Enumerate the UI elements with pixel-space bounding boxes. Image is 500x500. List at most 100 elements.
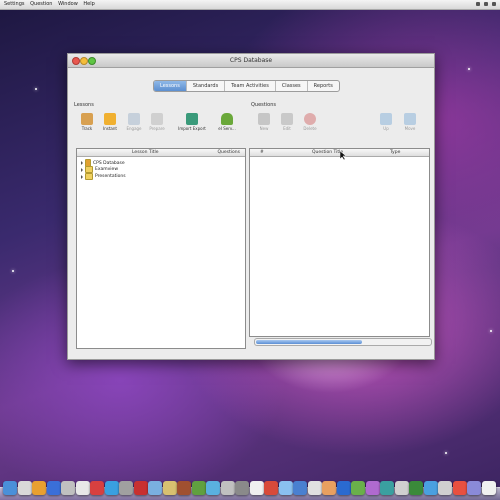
tree-item-label: CPS Database [93, 160, 125, 166]
delete-question-button[interactable]: Delete [299, 113, 321, 131]
track-button[interactable]: Track [76, 113, 98, 131]
star [468, 68, 470, 70]
dock-app-icon[interactable] [409, 481, 423, 495]
ei-serv-label: eI Serv... [218, 126, 236, 131]
dock-app-icon[interactable] [322, 481, 336, 495]
dock-app-icon[interactable] [17, 481, 32, 495]
new-question-button[interactable]: New [253, 113, 275, 131]
dock-app-icon[interactable] [307, 481, 322, 495]
dock [0, 466, 500, 500]
dock-app-icon[interactable] [220, 481, 235, 495]
dock-app-icon[interactable] [293, 481, 307, 495]
import-export-icon [186, 113, 198, 125]
dock-app-icon[interactable] [365, 481, 380, 495]
edit-question-button[interactable]: Edit [276, 113, 298, 131]
dock-app-icon[interactable] [278, 481, 293, 495]
dock-app-icon[interactable] [394, 481, 409, 495]
column-lesson-title[interactable]: Lesson Title [132, 149, 159, 156]
instant-button[interactable]: Instant [99, 113, 121, 131]
status-icon[interactable] [492, 2, 496, 6]
edit-label: Edit [283, 126, 291, 131]
cps-database-window: CPS Database Lessons Standards Team Acti… [67, 53, 435, 360]
folder-icon [85, 166, 93, 173]
edit-icon [281, 113, 293, 125]
column-type[interactable]: Type [390, 149, 400, 156]
move-button[interactable]: Move [399, 113, 421, 131]
lessons-header: Lesson Title Questions [77, 149, 245, 157]
track-label: Track [81, 126, 93, 131]
dock-app-icon[interactable] [177, 481, 191, 495]
dock-app-icon[interactable] [119, 481, 133, 495]
android-icon [221, 113, 233, 125]
dock-app-icon[interactable] [264, 481, 278, 495]
star [35, 88, 37, 90]
menu-question[interactable]: Question [30, 1, 52, 7]
menu-window[interactable]: Window [58, 1, 78, 7]
dock-app-icon[interactable] [481, 481, 496, 495]
delete-label: Delete [303, 126, 317, 131]
prepare-button[interactable]: Prepare [146, 113, 168, 131]
column-questions[interactable]: Questions [218, 149, 240, 156]
status-icon[interactable] [484, 2, 488, 6]
lessons-list[interactable]: Lesson Title Questions CPS Database Exam… [76, 148, 246, 349]
tab-standards[interactable]: Standards [187, 81, 226, 91]
dock-app-icon[interactable] [104, 481, 119, 495]
scrollbar-thumb[interactable] [256, 340, 362, 344]
window-title: CPS Database [229, 57, 273, 64]
move-icon [404, 113, 416, 125]
up-label: Up [383, 126, 389, 131]
menu-settings[interactable]: Settings [4, 1, 25, 7]
dock-app-icon[interactable] [32, 481, 46, 495]
dock-app-icon[interactable] [249, 481, 264, 495]
questions-section-label: Questions [251, 102, 276, 108]
dock-app-icon[interactable] [206, 481, 220, 495]
dock-app-icon[interactable] [46, 481, 61, 495]
dock-app-icon[interactable] [3, 481, 17, 495]
menu-help[interactable]: Help [83, 1, 94, 7]
instant-icon [104, 113, 116, 125]
disclosure-triangle-icon[interactable] [81, 161, 83, 165]
engage-button[interactable]: Engage [123, 113, 145, 131]
dock-app-icon[interactable] [61, 481, 75, 495]
dock-app-icon[interactable] [423, 481, 438, 495]
tab-bar: Lessons Standards Team Activities Classe… [153, 80, 340, 92]
up-arrow-icon [380, 113, 392, 125]
dock-app-icon[interactable] [75, 481, 90, 495]
dock-app-icon[interactable] [133, 481, 148, 495]
questions-list[interactable]: # Question Title Type [249, 148, 430, 337]
disclosure-triangle-icon[interactable] [81, 174, 83, 179]
dock-app-icon[interactable] [438, 481, 452, 495]
engage-label: Engage [126, 126, 142, 131]
engage-icon [128, 113, 140, 125]
dock-app-icon[interactable] [336, 481, 351, 495]
dock-app-icon[interactable] [90, 481, 104, 495]
status-icon[interactable] [476, 2, 480, 6]
delete-icon [304, 113, 316, 125]
dock-app-icon[interactable] [191, 481, 206, 495]
folder-icon [85, 173, 93, 180]
tab-team-activities[interactable]: Team Activities [225, 81, 276, 91]
dock-app-icon[interactable] [148, 481, 162, 495]
dock-app-icon[interactable] [351, 481, 365, 495]
tab-lessons[interactable]: Lessons [154, 81, 187, 91]
import-export-label: Import Export [178, 126, 206, 131]
tree-item-examview[interactable]: Examview [81, 166, 118, 173]
move-up-button[interactable]: Up [375, 113, 397, 131]
dock-app-icon[interactable] [162, 481, 177, 495]
dock-app-icon[interactable] [452, 481, 467, 495]
dock-app-icon[interactable] [467, 481, 481, 495]
star [490, 330, 492, 332]
tab-classes[interactable]: Classes [276, 81, 308, 91]
dock-app-icon[interactable] [235, 481, 249, 495]
tab-reports[interactable]: Reports [308, 81, 339, 91]
column-number[interactable]: # [260, 149, 264, 156]
import-export-button[interactable]: Import Export [177, 113, 207, 131]
questions-horizontal-scrollbar[interactable] [254, 338, 432, 346]
disclosure-triangle-icon[interactable] [81, 167, 83, 172]
title-bar[interactable]: CPS Database [68, 54, 434, 68]
tree-item-label: Examview [95, 167, 119, 172]
column-question-title[interactable]: Question Title [312, 149, 343, 156]
tree-item-presentations[interactable]: Presentations [81, 173, 126, 180]
dock-app-icon[interactable] [380, 481, 394, 495]
ei-serv-button[interactable]: eI Serv... [216, 113, 238, 131]
